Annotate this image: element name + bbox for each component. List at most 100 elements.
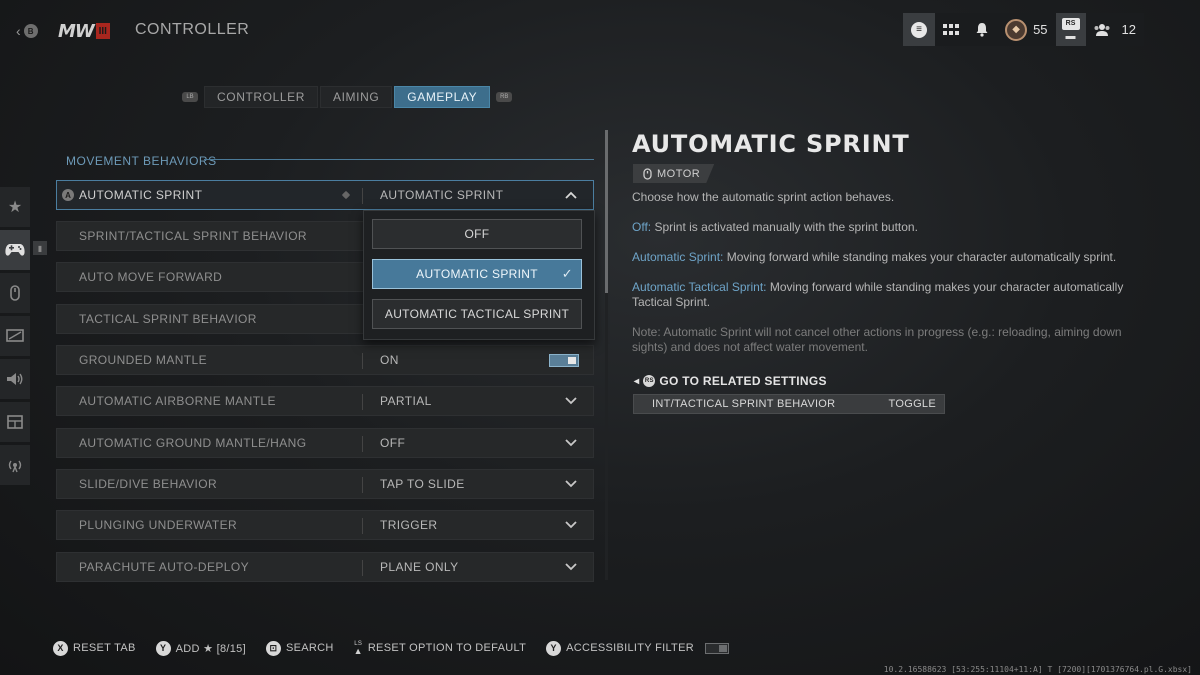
setting-label: AUTOMATIC SPRINT <box>79 188 203 202</box>
build-version: 10.2.16588623 [53:255:11104+11:A] T [720… <box>883 665 1192 674</box>
bell-icon <box>976 23 988 37</box>
rail-controller[interactable] <box>0 230 30 270</box>
reset-option-action[interactable]: LS ▲ RESET OPTION TO DEFAULT <box>353 641 527 656</box>
tab-aiming[interactable]: AIMING <box>320 86 393 108</box>
tab-gameplay[interactable]: GAMEPLAY <box>394 86 491 108</box>
add-favorite-action[interactable]: Y ADD ★ [8/15] <box>155 640 246 656</box>
page-title: CONTROLLER <box>135 21 250 38</box>
setting-row-automatic-sprint[interactable]: A AUTOMATIC SPRINT AUTOMATIC SPRINT <box>56 180 594 210</box>
setting-row-parachute-auto-deploy[interactable]: PARACHUTE AUTO-DEPLOY PLANE ONLY <box>56 552 594 582</box>
y-button-hint: Y <box>546 640 562 656</box>
left-bumper-hint: LB <box>182 92 198 102</box>
top-right-bar: ≡ ◆ 55 RS ▬ 12 <box>903 13 1144 46</box>
speaker-icon <box>7 373 23 385</box>
dropdown-menu: OFF AUTOMATIC SPRINT ✓ AUTOMATIC TACTICA… <box>363 210 595 340</box>
back-button[interactable]: ‹ B <box>16 22 42 40</box>
row-divider <box>362 518 363 534</box>
chevron-up-icon <box>563 187 579 203</box>
dropdown-option-off[interactable]: OFF <box>372 219 582 249</box>
motor-tag-label: MOTOR <box>657 167 701 180</box>
party-count: 12 <box>1121 22 1136 37</box>
row-divider <box>362 188 363 204</box>
description-item-automatic-tactical-sprint: Automatic Tactical Sprint: Moving forwar… <box>632 280 1152 310</box>
rs-hint: RS <box>1061 17 1080 30</box>
dropdown-option-automatic-tactical-sprint[interactable]: AUTOMATIC TACTICAL SPRINT <box>372 299 582 329</box>
logo-text: MW <box>58 20 95 42</box>
rail-mouse[interactable] <box>0 273 30 313</box>
back-button-hint: B <box>23 24 38 38</box>
description-title: AUTOMATIC SPRINT <box>632 130 910 158</box>
option-label: OFF <box>464 227 490 241</box>
related-settings-title: GO TO RELATED SETTINGS <box>659 374 827 388</box>
interface-icon <box>7 415 23 429</box>
description-note: Note: Automatic Sprint will not cancel o… <box>632 325 1122 354</box>
accessibility-filter-toggle[interactable] <box>704 642 729 654</box>
logo-badge: III <box>95 23 110 39</box>
ls-button-hint: LS ▲ <box>353 641 363 656</box>
player-rank[interactable]: ◆ 55 <box>997 13 1055 46</box>
setting-label: PARACHUTE AUTO-DEPLOY <box>79 560 249 574</box>
star-icon: ★ <box>7 199 23 216</box>
favorite-marker-icon <box>341 190 351 200</box>
checkmark-icon: ✓ <box>561 266 573 281</box>
game-logo: MW III <box>58 20 110 42</box>
party-button[interactable]: 12 <box>1086 13 1144 46</box>
add-favorite-label: ADD ★ [8/15] <box>175 642 246 655</box>
setting-row-slide-dive-behavior[interactable]: SLIDE/DIVE BEHAVIOR TAP TO SLIDE <box>56 469 594 499</box>
row-divider <box>362 353 363 369</box>
rail-graphics[interactable] <box>0 316 30 356</box>
setting-value[interactable]: PLANE ONLY <box>380 553 458 581</box>
related-setting-label: INT/TACTICAL SPRINT BEHAVIOR <box>652 398 836 410</box>
setting-row-automatic-ground-mantle-hang[interactable]: AUTOMATIC GROUND MANTLE/HANG OFF <box>56 428 594 458</box>
setting-label: AUTOMATIC AIRBORNE MANTLE <box>79 394 276 408</box>
tab-controller[interactable]: CONTROLLER <box>204 86 319 108</box>
display-icon <box>6 329 24 342</box>
toggle-knob <box>568 357 576 364</box>
setting-label: TACTICAL SPRINT BEHAVIOR <box>79 312 257 326</box>
chevron-left-icon: ‹ <box>16 23 21 39</box>
setting-value[interactable]: TAP TO SLIDE <box>380 470 465 498</box>
setting-row-plunging-underwater[interactable]: PLUNGING UNDERWATER TRIGGER <box>56 510 594 540</box>
setting-value[interactable]: OFF <box>380 429 405 457</box>
accessibility-filter-action[interactable]: Y ACCESSIBILITY FILTER <box>546 640 729 656</box>
right-bumper-hint: RB <box>496 92 513 102</box>
category-rail: ★ <box>0 187 30 488</box>
chevron-down-icon <box>563 517 579 533</box>
setting-value[interactable]: TRIGGER <box>380 511 437 539</box>
rail-network[interactable] <box>0 445 30 485</box>
search-action[interactable]: ⊡ SEARCH <box>265 640 334 656</box>
setting-value[interactable]: AUTOMATIC SPRINT <box>380 181 503 209</box>
setting-label: AUTO MOVE FORWARD <box>79 270 223 284</box>
rail-favorites[interactable]: ★ <box>0 187 30 227</box>
description-detail: Sprint is activated manually with the sp… <box>651 220 918 234</box>
section-title: MOVEMENT BEHAVIORS <box>66 154 217 168</box>
menu-button[interactable]: ≡ <box>903 13 936 46</box>
friends-icon <box>1094 23 1110 36</box>
subcategory-indicator-icon: ▮ <box>33 241 47 255</box>
setting-value[interactable]: PARTIAL <box>380 387 432 415</box>
reset-tab-action[interactable]: X RESET TAB <box>53 640 136 656</box>
setting-row-grounded-mantle[interactable]: GROUNDED MANTLE ON <box>56 345 594 375</box>
related-setting-row[interactable]: INT/TACTICAL SPRINT BEHAVIOR TOGGLE <box>633 394 945 414</box>
toggle-knob <box>718 644 727 652</box>
footer-actions: X RESET TAB Y ADD ★ [8/15] ⊡ SEARCH LS ▲… <box>53 638 729 658</box>
apps-button[interactable] <box>935 13 967 46</box>
rs-button-hint: RS <box>643 375 656 387</box>
setting-row-automatic-airborne-mantle[interactable]: AUTOMATIC AIRBORNE MANTLE PARTIAL <box>56 386 594 416</box>
rail-interface[interactable] <box>0 402 30 442</box>
setting-value: ON <box>380 353 399 367</box>
dropdown-option-automatic-sprint[interactable]: AUTOMATIC SPRINT ✓ <box>372 259 582 289</box>
scrollbar-thumb[interactable] <box>605 130 608 293</box>
network-icon <box>8 460 22 473</box>
rail-audio[interactable] <box>0 359 30 399</box>
description-term: Off: <box>632 220 652 234</box>
option-label: AUTOMATIC TACTICAL SPRINT <box>384 307 570 321</box>
menu-icon: ≡ <box>911 21 928 38</box>
notifications-button[interactable] <box>967 13 997 46</box>
toggle-switch[interactable] <box>549 354 579 367</box>
setting-label: SPRINT/TACTICAL SPRINT BEHAVIOR <box>79 229 307 243</box>
social-button[interactable]: RS ▬ <box>1055 13 1086 46</box>
related-setting-value: TOGGLE <box>888 398 936 410</box>
accessibility-filter-label: ACCESSIBILITY FILTER <box>566 642 694 654</box>
chevron-down-icon <box>563 393 579 409</box>
